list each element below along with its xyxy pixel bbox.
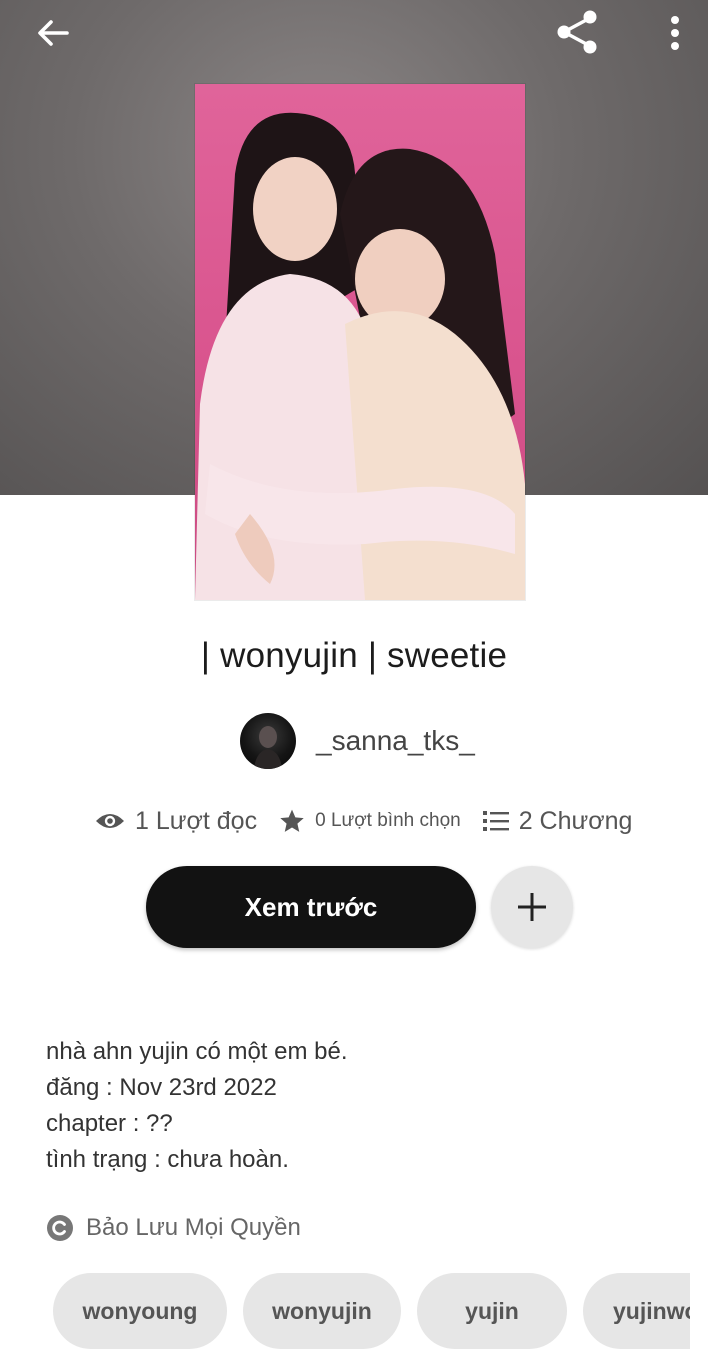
arrow-back-icon (38, 20, 69, 46)
description-line: đăng : Nov 23rd 2022 (46, 1074, 277, 1101)
reads-count: 1 Lượt đọc (135, 806, 258, 835)
avatar-image (254, 726, 282, 769)
cover-photo (195, 112, 525, 600)
back-button[interactable] (28, 10, 78, 56)
story-title: | wonyujin | sweetie (200, 636, 508, 675)
tag-chip[interactable]: yujinwo (583, 1273, 690, 1349)
star-icon (280, 809, 304, 832)
list-icon (482, 811, 509, 831)
more-vertical-icon (671, 16, 679, 50)
story-cover-image[interactable] (195, 84, 525, 600)
share-icon (557, 10, 597, 54)
description-line: chapter : ?? (46, 1110, 173, 1137)
avatar[interactable] (240, 713, 296, 769)
copyright-notice: Bảo Lưu Mọi Quyền (46, 1214, 301, 1242)
add-to-library-button[interactable] (491, 866, 573, 948)
tag-chip[interactable]: wonyoung (53, 1273, 227, 1349)
copyright-icon (47, 1215, 73, 1241)
author-row[interactable]: _sanna_tks_ (240, 712, 475, 770)
description-line: nhà ahn yujin có một em bé. (46, 1038, 348, 1065)
eye-icon (96, 814, 124, 828)
preview-button[interactable]: Xem trước (146, 866, 476, 948)
top-bar (0, 0, 708, 66)
tag-list: wonyoungwonyujinyujinyujinwo (53, 1273, 690, 1349)
share-button[interactable] (548, 6, 606, 58)
parts-stat: 2 Chương (482, 806, 633, 836)
votes-stat: 0 Lượt bình chọn (279, 808, 461, 834)
tag-chip[interactable]: wonyujin (243, 1273, 401, 1349)
story-stats: 1 Lượt đọc 0 Lượt bình chọn 2 Chương (95, 800, 632, 842)
description-line: tình trạng : chưa hoàn. (46, 1146, 289, 1173)
tag-chip[interactable]: yujin (417, 1273, 567, 1349)
reads-stat: 1 Lượt đọc (95, 807, 257, 836)
more-options-button[interactable] (655, 10, 695, 56)
copyright-label: Bảo Lưu Mọi Quyền (86, 1214, 301, 1241)
votes-count: 0 Lượt bình chọn (315, 810, 461, 831)
parts-count: 2 Chương (518, 806, 633, 835)
plus-icon (518, 893, 546, 921)
author-name[interactable]: _sanna_tks_ (316, 725, 475, 757)
story-description: nhà ahn yujin có một em bé. đăng : Nov 2… (46, 1034, 666, 1178)
